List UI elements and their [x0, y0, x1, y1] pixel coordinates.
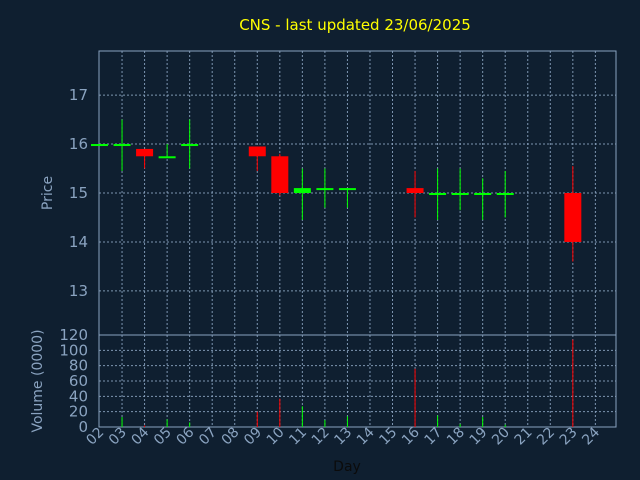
- candle-body-06: [181, 144, 199, 147]
- candle-body-13: [338, 188, 356, 191]
- chart-title: CNS - last updated 23/06/2025: [239, 16, 471, 34]
- x-tick-label: 05: [151, 425, 175, 449]
- x-axis-ticks: 0203040506070809101112131415161718192021…: [83, 424, 603, 448]
- x-tick-label: 09: [241, 425, 265, 449]
- volume-y-tick-label: 60: [69, 372, 88, 390]
- x-tick-label: 12: [309, 425, 333, 449]
- price-y-tick-label: 16: [69, 135, 88, 153]
- x-tick-label: 08: [219, 425, 243, 449]
- volume-y-tick-label: 120: [59, 326, 88, 344]
- candle-body-04: [136, 148, 154, 157]
- candle-body-18: [451, 193, 469, 195]
- x-tick-label: 23: [557, 425, 581, 449]
- x-tick-label: 17: [422, 425, 446, 449]
- candle-body-09: [248, 146, 266, 157]
- x-tick-label: 21: [512, 425, 536, 449]
- x-tick-label: 13: [331, 425, 355, 449]
- x-tick-label: 19: [467, 425, 491, 449]
- candle-body-05: [158, 156, 176, 159]
- candle-body-03: [113, 144, 131, 147]
- stock-chart: CNS - last updated 23/06/2025 1314151617…: [30, 16, 617, 475]
- price-panel: 13 14 15 16 17 Price: [40, 50, 617, 336]
- x-tick-label: 07: [196, 425, 220, 449]
- x-axis-label: Day: [333, 459, 361, 475]
- candle-body-02: [91, 144, 108, 147]
- price-axis-label: Price: [40, 176, 56, 210]
- volume-y-tick-label: 20: [69, 403, 88, 421]
- candle-body-23: [564, 193, 582, 242]
- candle-body-17: [429, 193, 447, 195]
- candle-body-10: [271, 156, 289, 193]
- candle-body-19: [474, 193, 492, 195]
- x-tick-label: 11: [286, 425, 310, 449]
- x-tick-label: 18: [444, 425, 468, 449]
- x-tick-label: 14: [354, 424, 378, 448]
- volume-panel: 020406080100120 Volume (0000): [30, 326, 617, 436]
- volume-y-tick-label: 40: [69, 387, 88, 405]
- candle-body-20: [496, 193, 514, 195]
- x-tick-label: 20: [489, 425, 513, 449]
- price-y-tick-label: 15: [69, 184, 88, 202]
- x-tick-label: 10: [264, 425, 288, 449]
- x-tick-label: 04: [128, 424, 152, 448]
- price-y-tick-label: 17: [69, 86, 88, 104]
- candle-body-11: [293, 188, 311, 193]
- price-y-tick-label: 13: [69, 282, 88, 300]
- x-tick-label: 16: [399, 424, 423, 448]
- volume-y-ticks: 020406080100120: [59, 326, 88, 436]
- x-tick-label: 06: [174, 424, 198, 448]
- x-tick-label: 24: [579, 424, 603, 448]
- price-y-tick-label: 14: [69, 233, 88, 251]
- volume-axis-label: Volume (0000): [30, 329, 46, 432]
- x-tick-label: 15: [376, 425, 400, 449]
- price-y-ticks: 13 14 15 16 17: [69, 86, 88, 300]
- volume-y-tick-label: 100: [59, 341, 88, 359]
- x-tick-label: 22: [534, 425, 558, 449]
- candle-body-12: [316, 188, 334, 191]
- x-tick-label: 03: [106, 425, 130, 449]
- candle-body-16: [406, 188, 424, 193]
- volume-y-tick-label: 80: [69, 357, 88, 375]
